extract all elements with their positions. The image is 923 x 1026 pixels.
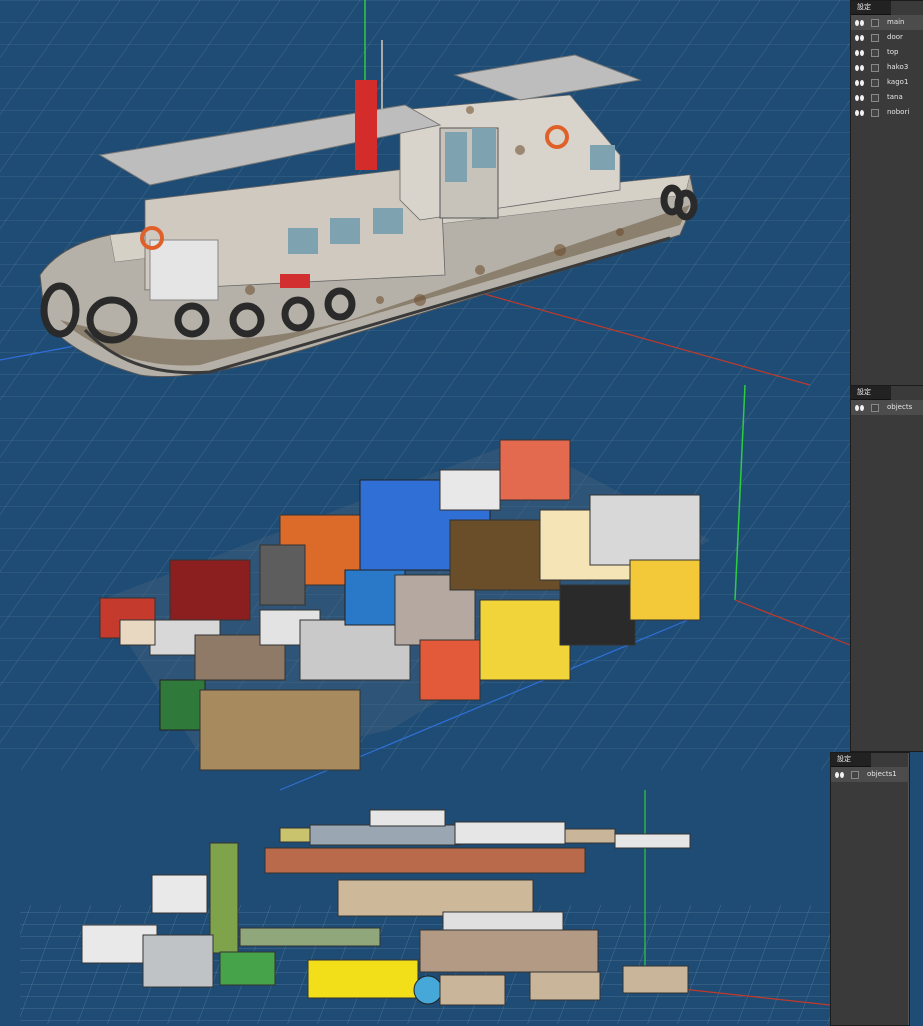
- layer-panel-objects1: 設定 objects1: [830, 752, 910, 1026]
- visibility-eye-icon[interactable]: [835, 771, 846, 779]
- layer-checkbox[interactable]: [871, 63, 879, 72]
- 3d-viewport[interactable]: [0, 0, 923, 1024]
- visibility-eye-icon[interactable]: [855, 94, 866, 102]
- layer-checkbox[interactable]: [871, 33, 879, 42]
- layer-checkbox[interactable]: [871, 93, 879, 102]
- layer-name[interactable]: top: [887, 45, 898, 60]
- layer-name[interactable]: objects1: [867, 767, 897, 782]
- layer-name[interactable]: door: [887, 30, 903, 45]
- layer-name[interactable]: main: [887, 15, 905, 30]
- visibility-eye-icon[interactable]: [855, 19, 866, 27]
- layer-checkbox[interactable]: [871, 403, 879, 412]
- layer-list: objects1: [831, 767, 909, 782]
- layer-checkbox[interactable]: [851, 770, 859, 779]
- layer-row-door[interactable]: door: [851, 30, 923, 45]
- visibility-eye-icon[interactable]: [855, 404, 866, 412]
- layer-list: main door top hako3 kago1 tana nobori: [851, 15, 923, 120]
- visibility-eye-icon[interactable]: [855, 64, 866, 72]
- layer-checkbox[interactable]: [871, 108, 879, 117]
- panel-title: 設定: [851, 386, 891, 400]
- panel-title: 設定: [851, 1, 891, 15]
- layer-row-hako3[interactable]: hako3: [851, 60, 923, 75]
- layer-row-objects[interactable]: objects: [851, 400, 923, 415]
- layer-row-main[interactable]: main: [851, 15, 923, 30]
- layer-row-nobori[interactable]: nobori: [851, 105, 923, 120]
- layer-name[interactable]: objects: [887, 400, 912, 415]
- layer-panel-main: 設定 main door top hako3 kago1 tana nobori: [850, 0, 923, 387]
- layer-list: objects: [851, 400, 923, 415]
- panel-title: 設定: [831, 753, 871, 767]
- layer-name[interactable]: nobori: [887, 105, 909, 120]
- layer-name[interactable]: tana: [887, 90, 903, 105]
- layer-row-kago1[interactable]: kago1: [851, 75, 923, 90]
- layer-name[interactable]: hako3: [887, 60, 908, 75]
- visibility-eye-icon[interactable]: [855, 49, 866, 57]
- layer-row-objects1[interactable]: objects1: [831, 767, 909, 782]
- layer-checkbox[interactable]: [871, 18, 879, 27]
- layer-panel-objects: 設定 objects: [850, 385, 923, 752]
- layer-checkbox[interactable]: [871, 48, 879, 57]
- visibility-eye-icon[interactable]: [855, 109, 866, 117]
- visibility-eye-icon[interactable]: [855, 79, 866, 87]
- layer-row-top[interactable]: top: [851, 45, 923, 60]
- layer-name[interactable]: kago1: [887, 75, 908, 90]
- layer-checkbox[interactable]: [871, 78, 879, 87]
- visibility-eye-icon[interactable]: [855, 34, 866, 42]
- layer-row-tana[interactable]: tana: [851, 90, 923, 105]
